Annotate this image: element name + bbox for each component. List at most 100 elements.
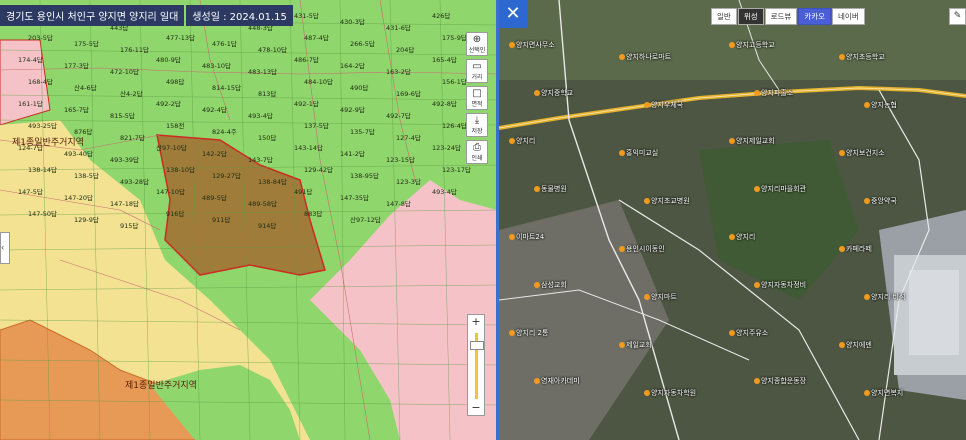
map-title: 경기도 용인시 처인구 양지면 양지리 일대 xyxy=(0,4,185,26)
maptype-satellite-button[interactable]: 위성 xyxy=(737,8,764,25)
poi-label[interactable]: 양지자동차정비 xyxy=(754,280,806,290)
parcel-label: 492-8답 xyxy=(432,100,457,108)
collapse-left-button[interactable]: ‹ xyxy=(0,232,10,264)
poi-text: 동물병원 xyxy=(541,185,567,193)
close-icon: ✕ xyxy=(505,3,521,24)
poi-marker-icon xyxy=(754,378,760,384)
tool-label: 저장 xyxy=(471,127,483,135)
poi-marker-icon xyxy=(619,246,625,252)
maptype-kakao-button[interactable]: 카카오 xyxy=(798,8,832,25)
poi-label[interactable]: 양지고등학교 xyxy=(729,40,775,50)
zoom-out-button[interactable]: − xyxy=(468,401,484,415)
parcel-label: 426답 xyxy=(432,12,450,20)
poi-label[interactable]: 양지초등학교 xyxy=(839,52,885,62)
poi-text: 양지자동차학원 xyxy=(651,389,697,397)
tool-print-button[interactable]: ⎙ 인쇄 xyxy=(466,140,488,164)
poi-text: 양지리 xyxy=(516,137,536,145)
poi-label[interactable]: 양지리 비석 xyxy=(864,292,905,302)
zoom-handle[interactable] xyxy=(470,341,484,350)
poi-label[interactable]: 삼성교회 xyxy=(534,280,567,290)
tool-distance-button[interactable]: ▭ 거리 xyxy=(466,59,488,83)
poi-label[interactable]: 영재아카데미 xyxy=(534,376,580,386)
poi-label[interactable]: 양지리 xyxy=(509,136,535,146)
tool-save-button[interactable]: ⤓ 저장 xyxy=(466,113,488,137)
settings-button[interactable]: ✎ xyxy=(949,8,966,25)
poi-label[interactable]: 이마트24 xyxy=(509,232,544,242)
poi-label[interactable]: 양지리 2통 xyxy=(509,328,548,338)
poi-label[interactable]: 동물병원 xyxy=(534,184,567,194)
poi-text: 양지면복지 xyxy=(871,389,904,397)
zoom-in-button[interactable]: + xyxy=(468,315,484,329)
poi-label[interactable]: 카페라떼 xyxy=(839,244,872,254)
parcel-label: 126-4답 xyxy=(442,122,467,130)
parcel-label: 493-4답 xyxy=(248,112,273,120)
parcel-label: 143-14답 xyxy=(294,144,323,152)
poi-label[interactable]: 양지중학교 xyxy=(534,88,573,98)
poi-label[interactable]: 양지마트 xyxy=(644,292,677,302)
poi-label[interactable]: 양지보건지소 xyxy=(839,148,885,158)
poi-marker-icon xyxy=(509,234,515,240)
poi-label[interactable]: 양지면사무소 xyxy=(509,40,555,50)
parcel-label: 821-7답 xyxy=(120,134,145,142)
poi-label[interactable]: 양지주유소 xyxy=(729,328,768,338)
poi-marker-icon xyxy=(729,42,735,48)
poi-marker-icon xyxy=(644,294,650,300)
parcel-label: 165-7답 xyxy=(64,106,89,114)
poi-marker-icon xyxy=(644,198,650,204)
parcel-label: 492-4답 xyxy=(202,106,227,114)
poi-label[interactable]: 양지리마을회관 xyxy=(754,184,806,194)
poi-text: 양지자동차정비 xyxy=(761,281,807,289)
poi-label[interactable]: 홍익미교실 xyxy=(619,148,658,158)
maptype-normal-button[interactable]: 일반 xyxy=(711,8,737,25)
poi-text: 양지제일교회 xyxy=(736,137,775,145)
poi-text: 양지보건지소 xyxy=(846,149,885,157)
parcel-label: 824-4주 xyxy=(212,128,237,136)
poi-label[interactable]: 중앙약국 xyxy=(864,196,897,206)
parcel-label: 산4-2답 xyxy=(120,89,143,98)
poi-text: 제일교회 xyxy=(626,341,652,349)
parcel-label: 204답 xyxy=(396,46,414,54)
maptype-roadview-button[interactable]: 로드뷰 xyxy=(764,8,798,25)
poi-label[interactable]: 양지파출소 xyxy=(754,88,793,98)
parcel-label: 883답 xyxy=(304,210,322,218)
poi-label[interactable]: 양지초교병원 xyxy=(644,196,690,206)
poi-marker-icon xyxy=(729,330,735,336)
parcel-label: 169-6답 xyxy=(396,90,421,98)
parcel-label: 129-42답 xyxy=(304,166,333,174)
parcel-label: 138-14답 xyxy=(28,166,57,174)
map-type-switcher: 일반 위성 로드뷰 카카오 네이버 xyxy=(711,8,866,25)
download-icon: ⤓ xyxy=(474,114,480,126)
parcel-label: 490답 xyxy=(350,84,368,92)
poi-label[interactable]: 양지리 xyxy=(729,232,755,242)
poi-marker-icon xyxy=(509,138,515,144)
parcel-label: 486-7답 xyxy=(294,56,319,64)
poi-label[interactable]: 양지하나로마트 xyxy=(619,52,671,62)
poi-label[interactable]: 제일교회 xyxy=(619,340,652,350)
cadastral-map[interactable]: 845-2전444답443답445-3답산36-5답448-3답431-5답43… xyxy=(0,0,497,440)
parcel-label: 430-3답 xyxy=(340,18,365,26)
parcel-label: 493-4답 xyxy=(432,188,457,196)
parcel-label: 158전 xyxy=(166,121,184,130)
poi-label[interactable]: 양지자동차학원 xyxy=(644,388,696,398)
maptype-naver-button[interactable]: 네이버 xyxy=(832,8,865,25)
poi-label[interactable]: 용인시이동인 xyxy=(619,244,665,254)
poi-label[interactable]: 양지에덴 xyxy=(839,340,872,350)
poi-label[interactable]: 양지우체국 xyxy=(644,100,683,110)
area-icon: □ xyxy=(472,87,482,99)
parcel-label: 147-50답 xyxy=(28,210,57,218)
poi-text: 양지마트 xyxy=(651,293,677,301)
poi-label[interactable]: 양지제일교회 xyxy=(729,136,775,146)
parcel-label: 491답 xyxy=(294,188,312,196)
parcel-label: 138-5답 xyxy=(74,172,99,180)
parcel-label: 431-6답 xyxy=(386,24,411,32)
satellite-map[interactable]: 양지면사무소양지하나로마트 양지고등학교양지초등학교양지중학교양지우체국 양지파출소… xyxy=(499,0,966,440)
poi-label[interactable]: 양지종합운동장 xyxy=(754,376,806,386)
close-split-button[interactable]: ✕ xyxy=(499,0,527,28)
parcel-label: 138-10답 xyxy=(166,166,195,174)
poi-label[interactable]: 양지농협 xyxy=(864,100,897,110)
poi-label[interactable]: 양지면복지 xyxy=(864,388,903,398)
tool-area-button[interactable]: □ 면적 xyxy=(466,86,488,110)
tool-select-print-button[interactable]: ⊕ 선택인 xyxy=(466,32,488,56)
poi-marker-icon xyxy=(839,54,845,60)
poi-text: 양지리마을회관 xyxy=(761,185,807,193)
